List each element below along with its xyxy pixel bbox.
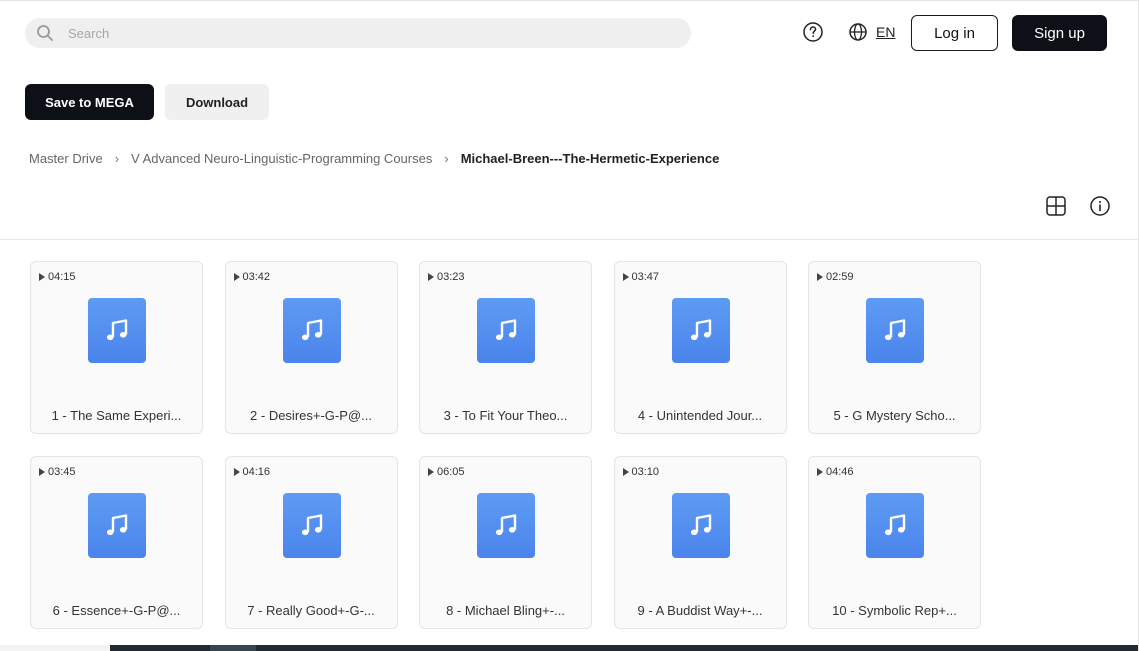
duration: 03:23 bbox=[428, 271, 465, 283]
taskbar-start-area bbox=[0, 645, 110, 651]
breadcrumb-item-nlp-courses[interactable]: V Advanced Neuro-Linguistic-Programming … bbox=[131, 151, 432, 166]
duration-label: 03:23 bbox=[437, 271, 465, 283]
play-icon bbox=[817, 273, 823, 281]
audio-file-icon bbox=[477, 298, 535, 363]
search-icon bbox=[35, 23, 55, 43]
file-name: 2 - Desires+-G-P@... bbox=[250, 408, 372, 423]
duration: 03:45 bbox=[39, 466, 76, 478]
audio-file-icon bbox=[88, 493, 146, 558]
save-to-mega-button[interactable]: Save to MEGA bbox=[25, 84, 154, 120]
duration-label: 03:45 bbox=[48, 466, 76, 478]
play-icon bbox=[39, 273, 45, 281]
duration-label: 04:16 bbox=[242, 466, 271, 478]
audio-file-icon bbox=[477, 493, 535, 558]
breadcrumb: Master Drive › V Advanced Neuro-Linguist… bbox=[29, 150, 719, 166]
duration-label: 03:47 bbox=[631, 271, 660, 283]
audio-file-icon bbox=[282, 493, 341, 558]
play-icon bbox=[428, 468, 434, 476]
file-name: 4 - Unintended Jour... bbox=[637, 408, 763, 423]
audio-file-icon bbox=[866, 298, 924, 363]
duration: 03:10 bbox=[622, 466, 660, 478]
chevron-right-icon: › bbox=[114, 150, 120, 166]
file-card[interactable]: 02:59 5 - G Mystery Scho... bbox=[808, 261, 981, 434]
language-selector[interactable]: EN bbox=[848, 20, 895, 44]
duration: 04:16 bbox=[233, 466, 271, 478]
audio-file-icon bbox=[282, 298, 341, 363]
duration: 03:47 bbox=[622, 271, 660, 283]
search-input[interactable] bbox=[68, 25, 648, 41]
grid-icon bbox=[1046, 196, 1066, 216]
info-icon bbox=[1090, 196, 1110, 216]
help-button[interactable] bbox=[801, 20, 825, 44]
duration: 04:46 bbox=[817, 466, 854, 478]
file-card[interactable]: 03:47 4 - Unintended Jour... bbox=[613, 261, 787, 434]
audio-file-icon bbox=[866, 493, 924, 558]
duration: 03:42 bbox=[233, 271, 271, 283]
play-icon bbox=[622, 468, 629, 476]
signup-button[interactable]: Sign up bbox=[1012, 15, 1107, 51]
taskbar bbox=[0, 645, 1138, 651]
audio-file-icon bbox=[671, 493, 730, 558]
taskbar-app-tab[interactable] bbox=[210, 645, 256, 651]
duration-label: 06:05 bbox=[437, 466, 465, 478]
file-card[interactable]: 06:05 8 - Michael Bling+-... bbox=[419, 456, 592, 629]
file-name: 9 - A Buddist Way+-... bbox=[637, 603, 763, 618]
file-name: 10 - Symbolic Rep+... bbox=[832, 603, 957, 618]
chevron-right-icon: › bbox=[444, 150, 449, 166]
file-card[interactable]: 03:23 3 - To Fit Your Theo... bbox=[419, 261, 592, 434]
play-icon bbox=[39, 468, 45, 476]
play-icon bbox=[622, 273, 629, 281]
search-bar[interactable] bbox=[25, 18, 691, 48]
duration-label: 04:15 bbox=[48, 271, 76, 283]
help-icon bbox=[803, 22, 823, 42]
file-name: 7 - Really Good+-G-... bbox=[247, 603, 375, 618]
download-button[interactable]: Download bbox=[165, 84, 269, 120]
play-icon bbox=[233, 468, 240, 476]
file-name: 6 - Essence+-G-P@... bbox=[52, 603, 181, 618]
file-card[interactable]: 04:16 7 - Really Good+-G-... bbox=[224, 456, 398, 629]
breadcrumb-item-master-drive[interactable]: Master Drive bbox=[29, 151, 103, 166]
page: EN Log in Sign up Save to MEGA Download … bbox=[0, 0, 1139, 651]
duration-label: 03:42 bbox=[242, 271, 271, 283]
divider bbox=[0, 239, 1138, 240]
duration: 04:15 bbox=[39, 271, 76, 283]
globe-icon bbox=[849, 23, 867, 41]
file-name: 3 - To Fit Your Theo... bbox=[443, 408, 568, 423]
breadcrumb-current-folder: Michael-Breen---The-Hermetic-Experience bbox=[460, 150, 720, 166]
audio-file-icon bbox=[671, 298, 730, 363]
duration: 06:05 bbox=[428, 466, 465, 478]
file-card[interactable]: 03:42 2 - Desires+-G-P@... bbox=[224, 261, 398, 434]
audio-file-icon bbox=[88, 298, 146, 363]
file-card[interactable]: 03:45 6 - Essence+-G-P@... bbox=[30, 456, 203, 629]
file-name: 5 - G Mystery Scho... bbox=[833, 408, 956, 423]
file-card[interactable]: 04:15 1 - The Same Experi... bbox=[30, 261, 203, 434]
grid-view-button[interactable] bbox=[1044, 194, 1068, 218]
login-button[interactable]: Log in bbox=[911, 15, 998, 51]
play-icon bbox=[817, 468, 823, 476]
info-button[interactable] bbox=[1088, 194, 1112, 218]
duration-label: 03:10 bbox=[631, 466, 660, 478]
file-card[interactable]: 04:46 10 - Symbolic Rep+... bbox=[808, 456, 981, 629]
language-label: EN bbox=[876, 24, 896, 40]
play-icon bbox=[233, 273, 240, 281]
duration-label: 02:59 bbox=[826, 271, 854, 283]
duration-label: 04:46 bbox=[826, 466, 854, 478]
file-card[interactable]: 03:10 9 - A Buddist Way+-... bbox=[613, 456, 787, 629]
file-grid: 04:15 1 - The Same Experi... 03:42 2 - D… bbox=[30, 261, 981, 629]
file-name: 8 - Michael Bling+-... bbox=[446, 603, 565, 618]
duration: 02:59 bbox=[817, 271, 854, 283]
play-icon bbox=[428, 273, 434, 281]
file-name: 1 - The Same Experi... bbox=[51, 408, 182, 423]
